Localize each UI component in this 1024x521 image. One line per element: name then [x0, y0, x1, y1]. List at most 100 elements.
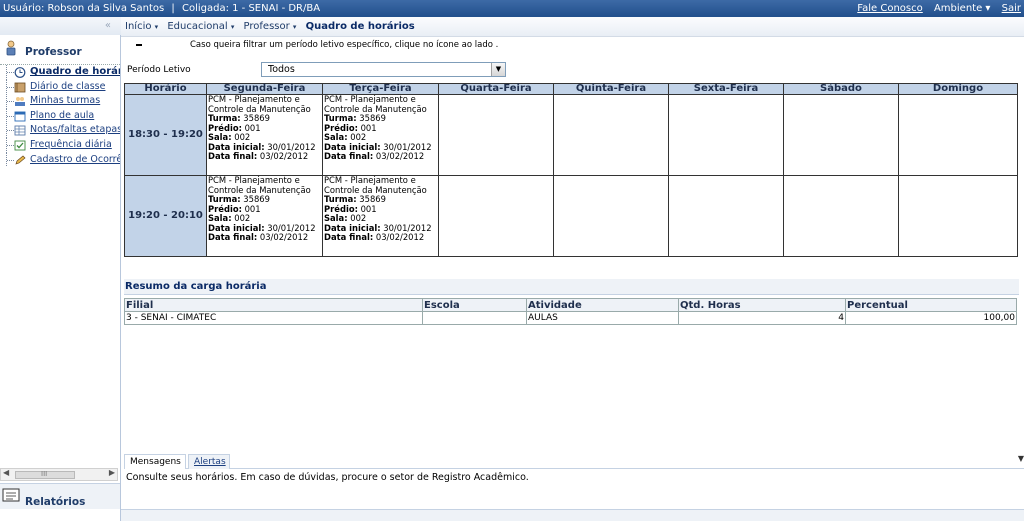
header-percentual[interactable]: Percentual [845, 298, 1017, 312]
sidebar-item-cadastro-de-ocorrencias[interactable]: Cadastro de Ocorrê [0, 152, 120, 168]
chevron-down-icon[interactable]: ▼ [1018, 454, 1024, 463]
top-bar: Usuário: Robson da Silva Santos | Coliga… [0, 0, 1024, 17]
sidebar-section-relatorios[interactable]: Relatórios [0, 483, 120, 509]
calendar-icon [14, 111, 26, 122]
header-filial[interactable]: Filial [124, 298, 423, 312]
cell-qtd-horas: 4 [678, 311, 846, 325]
sidebar-item-diario-de-classe[interactable]: Diário de classe [0, 79, 120, 95]
breadcrumb-inicio[interactable]: Início ▾ [125, 21, 158, 32]
filter-hint: Caso queira filtrar um período letivo es… [136, 40, 498, 50]
empty-cell [783, 175, 899, 257]
main-content: Início ▾ Educacional ▾ Professor ▾ Quadr… [121, 17, 1024, 521]
empty-cell [898, 94, 1018, 176]
header-domingo: Domingo [898, 83, 1018, 95]
class-entry[interactable]: PCM - Planejamento e Controle da Manuten… [322, 94, 439, 176]
empty-cell [783, 94, 899, 176]
header-quarta: Quarta-Feira [438, 83, 554, 95]
sidebar-item-label[interactable]: Plano de aula [30, 110, 94, 121]
class-entry[interactable]: PCM - Planejamento e Controle da Manuten… [322, 175, 439, 257]
cell-percentual: 100,00 [845, 311, 1017, 325]
collapse-filter-icon[interactable] [136, 43, 142, 46]
messages-tabbar: Mensagens Alertas ▼ [124, 453, 1024, 469]
double-chevron-left-icon: « [104, 20, 111, 31]
empty-cell [668, 175, 784, 257]
time-slot: 19:20 - 20:10 [124, 175, 207, 257]
sidebar-item-notas-faltas[interactable]: Notas/faltas etapas [0, 123, 120, 138]
empty-cell [438, 94, 554, 176]
schedule-header-row: Horário Segunda-Feira Terça-Feira Quarta… [124, 83, 1018, 95]
empty-cell [553, 175, 669, 257]
header-sexta: Sexta-Feira [668, 83, 784, 95]
sidebar-horizontal-scrollbar[interactable]: ◀ III ▶ [0, 468, 118, 481]
empty-cell [438, 175, 554, 257]
periodo-letivo-label: Período Letivo [127, 65, 191, 75]
schedule-table: Horário Segunda-Feira Terça-Feira Quarta… [124, 83, 1018, 257]
user-label: Usuário: Robson da Silva Santos [3, 3, 165, 14]
empty-cell [553, 94, 669, 176]
chevron-down-icon: ▾ [292, 23, 297, 31]
sidebar-item-label[interactable]: Frequência diária [30, 139, 112, 150]
breadcrumb-educacional[interactable]: Educacional ▾ [167, 21, 234, 32]
teacher-icon [6, 40, 16, 56]
sidebar-section-title: Relatórios [25, 496, 86, 508]
header-terca: Terça-Feira [322, 83, 439, 95]
separator: | [171, 3, 175, 14]
sidebar-item-label[interactable]: Notas/faltas etapas [30, 124, 120, 135]
header-segunda: Segunda-Feira [206, 83, 323, 95]
table-row: 3 - SENAI - CIMATEC AULAS 4 100,00 [124, 311, 1017, 325]
sidebar-section-professor[interactable]: Professor [2, 39, 120, 58]
header-escola[interactable]: Escola [422, 298, 527, 312]
resumo-table: Filial Escola Atividade Qtd. Horas Perce… [124, 298, 1017, 325]
table-row: 19:20 - 20:10 PCM - Planejamento e Contr… [124, 175, 1018, 257]
cell-atividade: AULAS [526, 311, 679, 325]
sidebar-section-title: Professor [25, 46, 82, 58]
sidebar-item-label[interactable]: Diário de classe [30, 81, 105, 92]
chevron-down-icon: ▾ [230, 23, 235, 31]
sidebar-item-plano-de-aula[interactable]: Plano de aula [0, 108, 120, 124]
ambiente-menu[interactable]: Ambiente ▾ [934, 3, 990, 14]
book-icon [14, 82, 26, 92]
scroll-right-arrow-icon[interactable]: ▶ [109, 468, 115, 477]
chevron-down-icon: ▾ [154, 23, 159, 31]
coligada-label: Coligada: 1 - SENAI - DR/BA [181, 3, 321, 14]
breadcrumb: Início ▾ Educacional ▾ Professor ▾ Quadr… [121, 17, 1024, 37]
sidebar: « Professor Quadro de horári Diário de c… [0, 17, 121, 521]
check-icon [14, 140, 26, 151]
table-row: 18:30 - 19:20 PCM - Planejamento e Contr… [124, 94, 1018, 176]
tab-alertas[interactable]: Alertas [188, 454, 230, 469]
breadcrumb-current: Quadro de horários [305, 21, 415, 32]
group-icon [15, 97, 25, 107]
periodo-letivo-select[interactable]: Todos ▼ [261, 62, 506, 77]
sidebar-item-quadro-de-horarios[interactable]: Quadro de horári [0, 65, 120, 80]
clock-icon [14, 67, 26, 78]
scroll-left-arrow-icon[interactable]: ◀ [3, 468, 9, 477]
message-text: Consulte seus horários. Em caso de dúvid… [126, 472, 529, 483]
empty-cell [668, 94, 784, 176]
sidebar-item-label[interactable]: Quadro de horári [30, 66, 120, 77]
cell-filial: 3 - SENAI - CIMATEC [124, 311, 423, 325]
tab-mensagens[interactable]: Mensagens [124, 454, 186, 469]
empty-cell [898, 175, 1018, 257]
collapse-sidebar-button[interactable]: « [0, 17, 121, 35]
sair-link[interactable]: Sair [1002, 3, 1021, 14]
sidebar-item-minhas-turmas[interactable]: Minhas turmas [0, 94, 120, 109]
messages-footer [121, 509, 1024, 521]
class-entry[interactable]: PCM - Planejamento e Controle da Manuten… [206, 175, 323, 257]
header-sabado: Sábado [783, 83, 899, 95]
time-slot: 18:30 - 19:20 [124, 94, 207, 176]
fale-conosco-link[interactable]: Fale Conosco [857, 3, 922, 14]
header-qtd-horas[interactable]: Qtd. Horas [678, 298, 846, 312]
periodo-letivo-value: Todos [268, 64, 295, 75]
breadcrumb-professor[interactable]: Professor ▾ [244, 21, 297, 32]
resumo-header-row: Filial Escola Atividade Qtd. Horas Perce… [124, 298, 1017, 312]
sidebar-item-frequencia-diaria[interactable]: Frequência diária [0, 137, 120, 153]
pen-icon [15, 155, 26, 165]
hint-text: Caso queira filtrar um período letivo es… [190, 40, 499, 50]
header-atividade[interactable]: Atividade [526, 298, 679, 312]
header-horario: Horário [124, 83, 207, 95]
sidebar-item-label[interactable]: Minhas turmas [30, 95, 100, 106]
dropdown-arrow-icon[interactable]: ▼ [491, 63, 505, 76]
header-quinta: Quinta-Feira [553, 83, 669, 95]
sidebar-item-label[interactable]: Cadastro de Ocorrê [30, 154, 120, 165]
class-entry[interactable]: PCM - Planejamento e Controle da Manuten… [206, 94, 323, 176]
